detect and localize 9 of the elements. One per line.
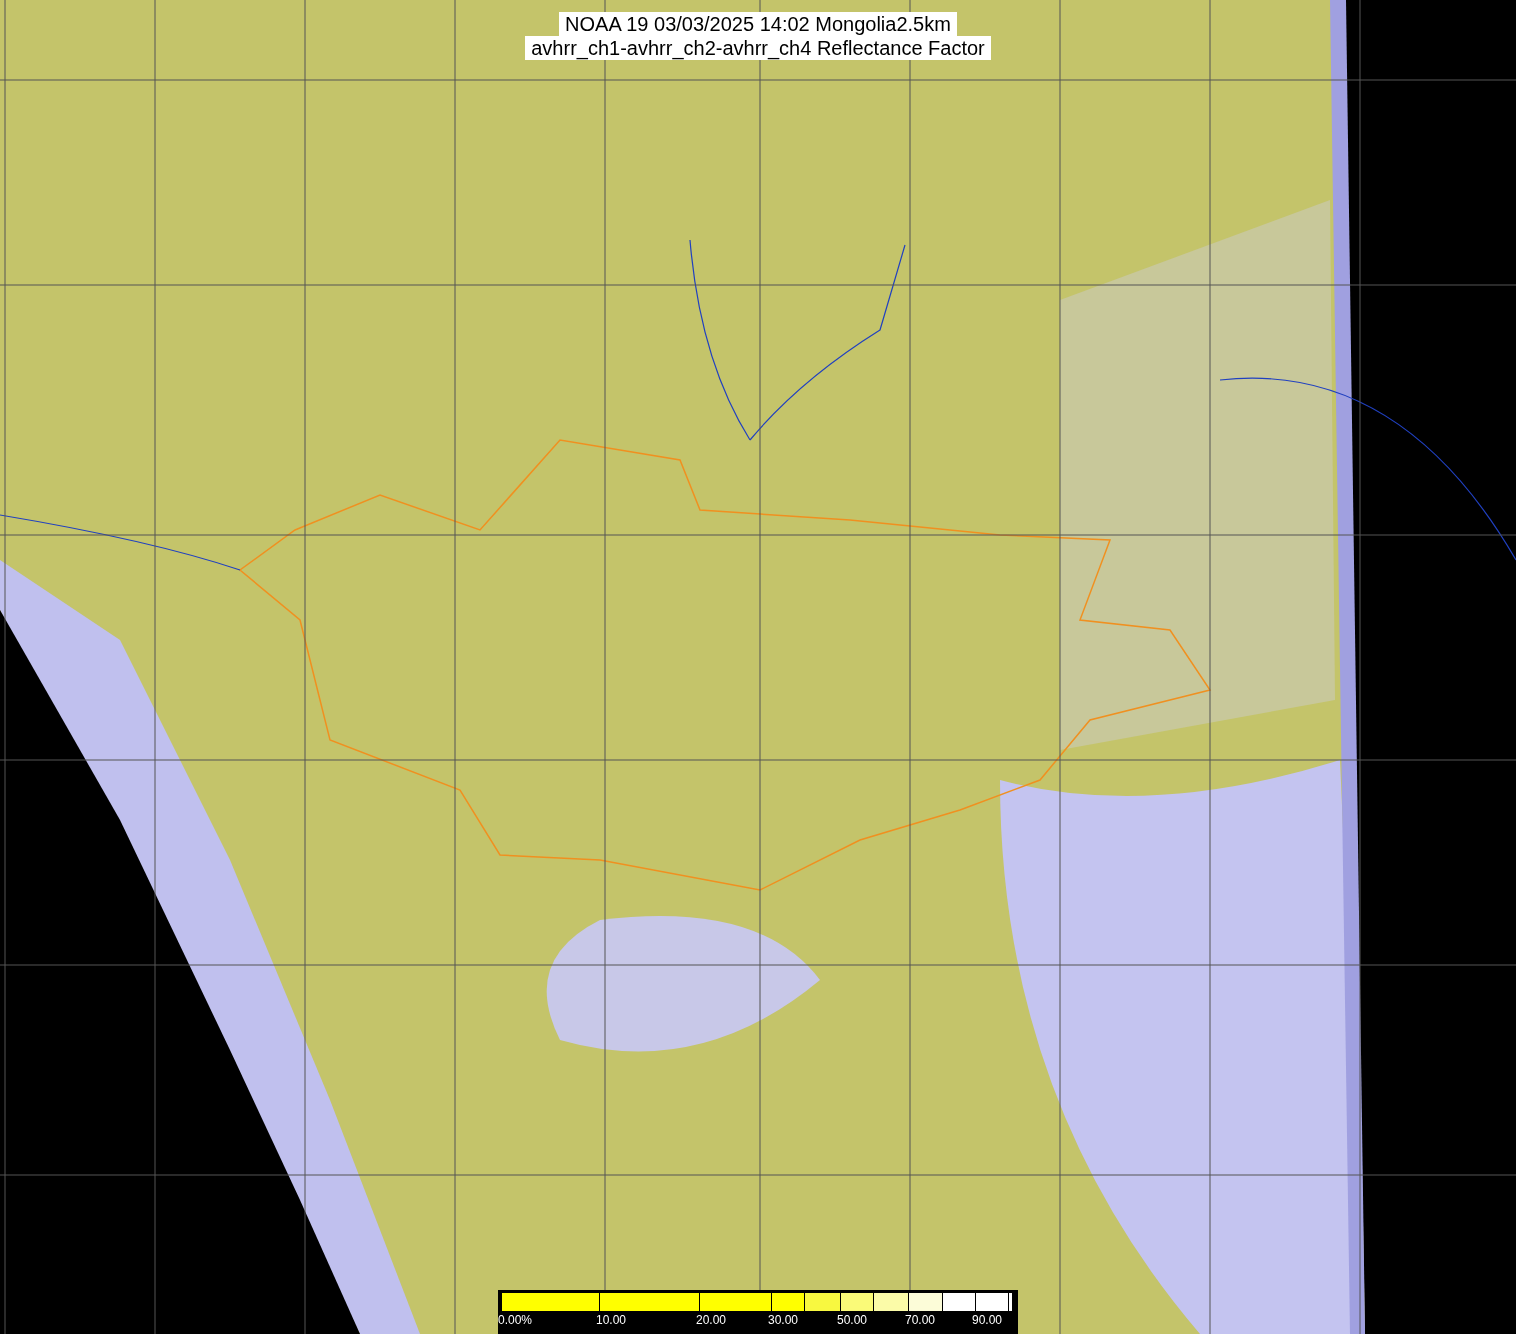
colorbar-label: 0.00%: [498, 1313, 533, 1327]
colorbar-label: 70.00: [905, 1313, 936, 1327]
colorbar-label: 30.00: [768, 1313, 799, 1327]
colorbar-label: 10.00: [596, 1313, 627, 1327]
colorbar-label: 20.00: [696, 1313, 727, 1327]
colorbar-label: 90.00: [972, 1313, 1003, 1327]
map-title: avhrr_ch1-avhrr_ch2-avhrr_ch4 Reflectance Factor: [525, 36, 991, 60]
colorbar-label: 50.00: [837, 1313, 868, 1327]
map-title: NOAA 19 03/03/2025 14:02 Mongolia2.5km: [559, 12, 957, 36]
